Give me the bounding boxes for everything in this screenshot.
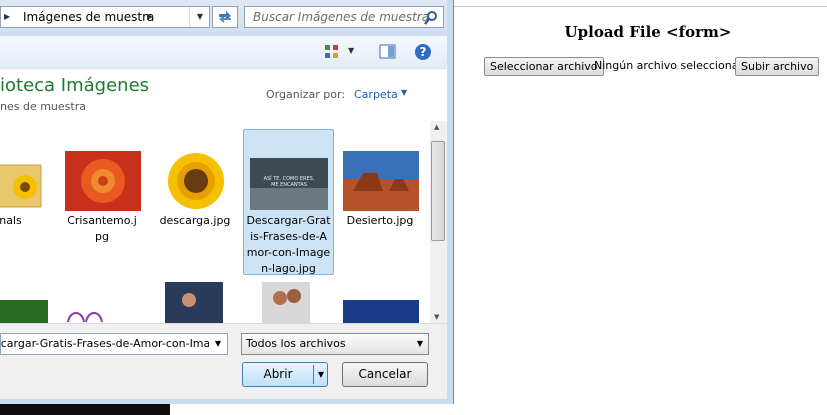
cancel-button[interactable]: Cancelar [342, 362, 428, 387]
organize-dropdown[interactable]: Carpeta [354, 88, 398, 101]
file-label: Crisantemo.jpg [67, 214, 137, 243]
thumbnail-text: ASÍ TE, COMO ERES, [264, 175, 315, 182]
breadcrumb[interactable]: Imágenes de muestra [23, 7, 154, 27]
view-dropdown-icon[interactable]: ▼ [348, 46, 354, 55]
file-item-selected[interactable]: ASÍ TE, COMO ERES, ME ENCANTAS Descargar… [243, 129, 334, 275]
organize-dropdown-icon[interactable]: ▼ [401, 88, 407, 97]
scroll-up-icon[interactable]: ▲ [434, 123, 439, 131]
open-options-icon[interactable]: ▼ [315, 363, 327, 386]
file-label: iginals [0, 214, 22, 227]
search-placeholder: Buscar Imágenes de muestra [253, 10, 430, 24]
address-row: ▶ Imágenes de muestra ▶ ▼ Buscar Imágene… [0, 0, 447, 36]
filename-value: scargar-Gratis-Frases-de-Amor-con-Imag [0, 337, 218, 350]
refresh-button[interactable] [212, 6, 238, 28]
scroll-down-icon[interactable]: ▼ [434, 313, 439, 321]
filename-input[interactable]: scargar-Gratis-Frases-de-Amor-con-Imag ▼ [0, 333, 228, 355]
image-thumbnail[interactable] [343, 300, 419, 323]
image-thumbnail [343, 151, 419, 211]
refresh-icon [219, 11, 231, 23]
view-mode-icon[interactable] [324, 44, 340, 60]
web-page: Upload File <form> Seleccionar archivo N… [453, 0, 827, 415]
image-thumbnail[interactable] [165, 282, 223, 323]
search-icon[interactable] [423, 10, 439, 26]
file-label: descarga.jpg [159, 214, 231, 227]
file-status-text: Ningún archivo seleccionado [594, 59, 753, 72]
preview-pane-icon[interactable] [379, 44, 396, 60]
page-title: Upload File <form> [564, 23, 732, 41]
folder-icon [0, 164, 42, 208]
toolbar: ▼ ? [0, 36, 447, 69]
dialog-body: ▶ Imágenes de muestra ▶ ▼ Buscar Imágene… [0, 0, 447, 399]
search-input[interactable]: Buscar Imágenes de muestra [244, 6, 444, 28]
svg-text:?: ? [420, 45, 427, 59]
file-type-select[interactable]: Todos los archivos ▼ [241, 333, 429, 355]
thumbnail-text: ME ENCANTAS [271, 182, 307, 188]
choose-file-button[interactable]: Seleccionar archivo [484, 57, 604, 76]
file-label: Descargar-Gratis-Frases-de-Amor-con-Imag… [246, 214, 331, 275]
file-open-dialog: ▶ Imágenes de muestra ▶ ▼ Buscar Imágene… [0, 0, 454, 404]
file-label: Desierto.jpg [346, 214, 414, 227]
vertical-scrollbar[interactable]: ▲ ▼ [430, 121, 447, 323]
library-subtitle: nes de muestra [0, 100, 86, 113]
organize-label: Organizar por: [266, 88, 346, 101]
image-thumbnail: ASÍ TE, COMO ERES, ME ENCANTAS [250, 158, 328, 210]
file-type-dropdown-icon[interactable]: ▼ [417, 334, 423, 354]
scrollbar-thumb[interactable] [431, 141, 445, 241]
split-divider [313, 365, 314, 384]
divider [453, 6, 827, 7]
image-thumbnail[interactable] [64, 306, 134, 323]
filename-dropdown-icon[interactable]: ▼ [209, 334, 227, 354]
open-button-label: Abrir [263, 367, 293, 381]
taskbar-strip [0, 404, 170, 415]
address-dropdown-icon[interactable]: ▼ [189, 7, 210, 27]
address-bar[interactable]: ▶ Imágenes de muestra ▶ ▼ [0, 6, 210, 28]
image-thumbnail [65, 151, 141, 211]
file-type-value: Todos los archivos [246, 337, 346, 350]
image-thumbnail [158, 151, 234, 211]
breadcrumb-separator-icon[interactable]: ▶ [4, 7, 10, 27]
breadcrumb-chevron-icon[interactable]: ▶ [147, 7, 153, 27]
help-icon[interactable]: ? [414, 43, 432, 61]
open-button[interactable]: Abrir ▼ [242, 362, 328, 387]
library-header: ioteca Imágenes nes de muestra Organizar… [0, 69, 447, 121]
image-thumbnail[interactable] [0, 300, 48, 323]
library-title: ioteca Imágenes [0, 75, 150, 96]
image-thumbnail[interactable] [262, 282, 310, 323]
dialog-footer: scargar-Gratis-Frases-de-Amor-con-Imag ▼… [0, 323, 447, 399]
submit-button[interactable]: Subir archivo [735, 57, 820, 76]
